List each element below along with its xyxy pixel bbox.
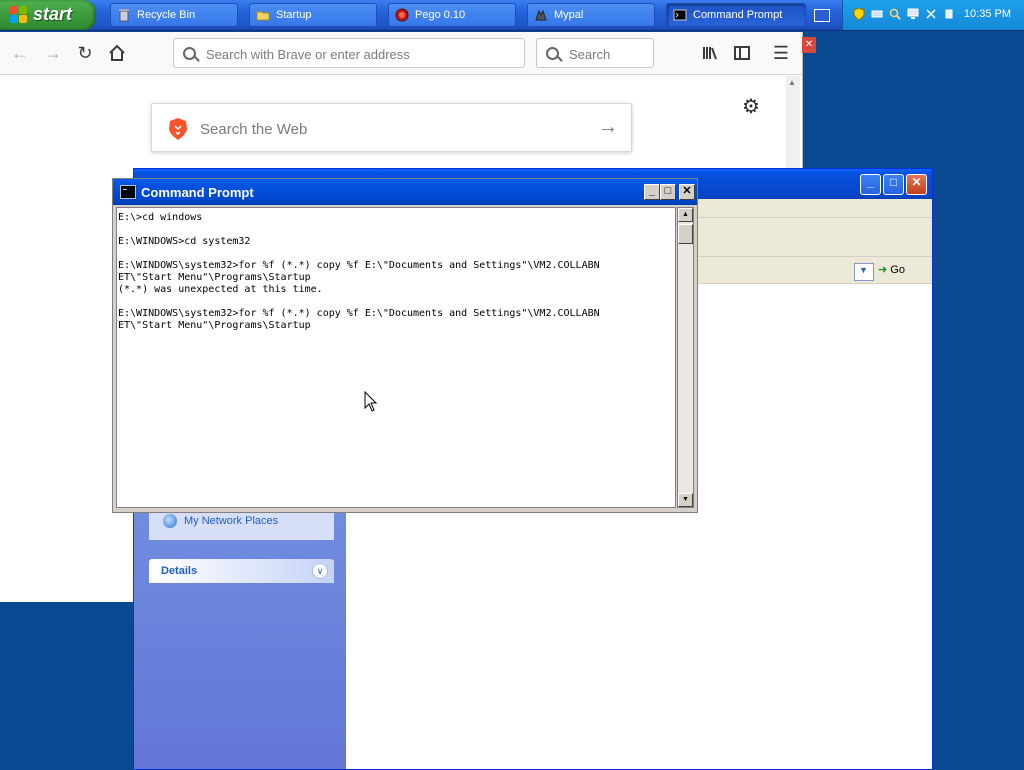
chevron-down-icon: ▼ bbox=[859, 265, 868, 275]
sidebar-icon[interactable] bbox=[732, 43, 752, 63]
network-icon[interactable] bbox=[943, 8, 955, 20]
windows-logo-icon bbox=[10, 6, 28, 24]
taskbar-button-label: Pego 0.10 bbox=[415, 9, 466, 21]
console-text: E:\>cd windows E:\WINDOWS>cd system32 E:… bbox=[118, 212, 600, 331]
network-places-label: My Network Places bbox=[184, 515, 279, 527]
back-arrow-icon[interactable]: ← bbox=[10, 43, 30, 63]
taskbar-button-recycle-bin[interactable]: Recycle Bin bbox=[110, 3, 238, 27]
brave-search-box[interactable]: → bbox=[151, 103, 632, 152]
brave-lion-icon bbox=[169, 118, 187, 140]
go-arrow-icon: ➜ bbox=[878, 264, 891, 276]
console-output[interactable]: E:\>cd windows E:\WINDOWS>cd system32 E:… bbox=[116, 207, 676, 508]
pego-icon bbox=[395, 8, 409, 22]
minimize-button[interactable]: _ bbox=[860, 174, 881, 195]
gear-icon[interactable]: ⚙ bbox=[742, 94, 760, 119]
arrow-right-icon[interactable]: → bbox=[598, 116, 618, 139]
mypal-icon bbox=[535, 9, 547, 21]
command-prompt-titlebar[interactable]: Command Prompt _ □ ✕ bbox=[113, 179, 697, 205]
taskbar-button-pego[interactable]: Pego 0.10 bbox=[388, 3, 516, 27]
system-tray: 10:35 PM bbox=[842, 0, 1024, 30]
search-box[interactable] bbox=[536, 38, 654, 69]
close-icon[interactable]: ✕ bbox=[802, 37, 816, 53]
command-prompt-icon bbox=[673, 9, 687, 21]
network-places-icon bbox=[163, 514, 177, 528]
command-prompt-icon[interactable] bbox=[120, 185, 136, 199]
taskbar-button-label: Mypal bbox=[554, 9, 584, 21]
home-icon[interactable] bbox=[107, 43, 127, 63]
recycle-bin-icon bbox=[119, 9, 129, 22]
console-scrollbar[interactable]: ▲ ▼ bbox=[677, 207, 694, 508]
forward-arrow-icon[interactable]: → bbox=[43, 43, 63, 63]
clock[interactable]: 10:35 PM bbox=[964, 8, 1011, 20]
start-button[interactable]: start bbox=[0, 0, 96, 30]
maximize-button[interactable]: □ bbox=[883, 174, 904, 195]
search-icon bbox=[546, 47, 559, 60]
scroll-up-button[interactable]: ▲ bbox=[678, 208, 693, 222]
taskbar-button-label: Recycle Bin bbox=[137, 9, 196, 21]
browser-toolbar: ← → ↻ ☰ bbox=[0, 32, 802, 75]
monitor-icon[interactable] bbox=[907, 8, 919, 20]
mouse-pointer-icon bbox=[364, 391, 378, 412]
library-icon[interactable] bbox=[700, 43, 720, 63]
window-title: Command Prompt bbox=[141, 185, 254, 200]
close-button[interactable]: ✕ bbox=[906, 174, 927, 195]
maximize-button[interactable]: □ bbox=[660, 184, 676, 200]
minimize-button[interactable]: _ bbox=[644, 184, 660, 200]
folder-icon bbox=[256, 11, 270, 21]
magnifier-icon[interactable] bbox=[889, 8, 901, 20]
chevron-down-icon[interactable]: ∨ bbox=[312, 563, 328, 579]
taskbar: start Recycle Bin Startup Pego 0.10 Mypa… bbox=[0, 0, 1024, 31]
scroll-down-button[interactable]: ▼ bbox=[678, 493, 693, 507]
scroll-thumb[interactable] bbox=[678, 224, 693, 244]
battery-icon[interactable] bbox=[871, 8, 883, 20]
details-panel-header[interactable]: Details ∨ bbox=[149, 559, 334, 583]
details-label: Details bbox=[161, 565, 198, 577]
scroll-up-icon[interactable]: ▲ bbox=[788, 78, 796, 87]
command-prompt-window: Command Prompt _ □ ✕ E:\>cd windows E:\W… bbox=[112, 178, 698, 513]
hamburger-menu-icon[interactable]: ☰ bbox=[771, 43, 791, 63]
go-button[interactable]: ➜ Go bbox=[878, 263, 905, 276]
shield-icon[interactable] bbox=[853, 8, 865, 20]
taskbar-button-label: Command Prompt bbox=[693, 9, 783, 21]
search-icon bbox=[183, 47, 196, 60]
taskbar-button-startup[interactable]: Startup bbox=[249, 3, 377, 27]
taskbar-button-mypal[interactable]: Mypal bbox=[527, 3, 655, 27]
address-dropdown-button[interactable]: ▼ bbox=[854, 263, 874, 281]
tools-icon[interactable] bbox=[925, 8, 937, 20]
search-input[interactable] bbox=[567, 39, 651, 69]
go-label: Go bbox=[890, 264, 905, 276]
keyboard-icon[interactable] bbox=[814, 9, 830, 22]
taskbar-button-command-prompt[interactable]: Command Prompt bbox=[666, 3, 806, 27]
close-button[interactable]: ✕ bbox=[679, 184, 695, 200]
address-bar[interactable] bbox=[173, 38, 525, 69]
reload-icon[interactable]: ↻ bbox=[75, 43, 95, 63]
start-label: start bbox=[33, 4, 73, 24]
address-input[interactable] bbox=[204, 39, 518, 69]
web-search-input[interactable] bbox=[198, 114, 592, 144]
taskbar-button-label: Startup bbox=[276, 9, 312, 21]
